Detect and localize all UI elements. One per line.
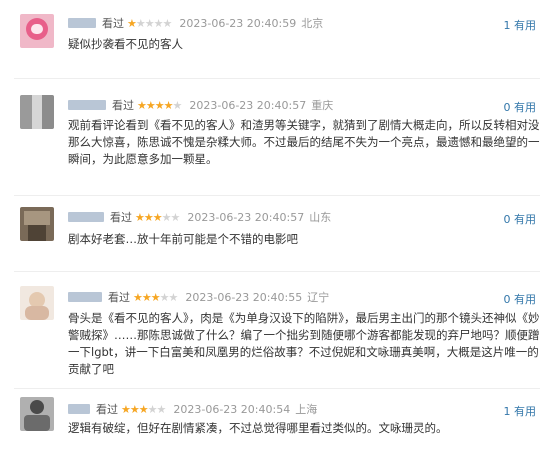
watched-label: 看过 bbox=[108, 291, 130, 304]
star-icon: ★ bbox=[127, 16, 137, 30]
divider bbox=[14, 271, 540, 272]
rating-stars: ★ ★ ★ ★ ★ bbox=[127, 16, 173, 30]
username[interactable] bbox=[68, 100, 106, 110]
rating-stars: ★ ★ ★ ★ ★ bbox=[137, 98, 183, 112]
star-icon: ★ bbox=[138, 402, 149, 416]
rating-stars: ★ ★ ★ ★ ★ bbox=[133, 290, 179, 304]
star-icon: ★ bbox=[163, 98, 174, 112]
review-datetime: 2023-06-23 20:40:54 bbox=[173, 402, 291, 416]
avatar[interactable] bbox=[20, 14, 54, 48]
useful-vote-link[interactable]: 0 有用 bbox=[504, 99, 537, 115]
watched-label: 看过 bbox=[102, 17, 124, 30]
star-icon: ★ bbox=[144, 16, 155, 30]
star-icon: ★ bbox=[161, 210, 172, 224]
review-datetime: 2023-06-23 20:40:57 bbox=[189, 98, 307, 112]
useful-vote-link[interactable]: 0 有用 bbox=[504, 211, 537, 227]
review-content: 疑似抄袭看不见的客人 bbox=[68, 37, 183, 51]
review-location: 北京 bbox=[301, 17, 324, 30]
username[interactable] bbox=[68, 404, 90, 414]
star-icon: ★ bbox=[145, 98, 156, 112]
star-icon: ★ bbox=[156, 402, 167, 416]
username[interactable] bbox=[68, 18, 96, 28]
review-datetime: 2023-06-23 20:40:59 bbox=[179, 16, 297, 30]
review-content: 剧本好老套…放十年前可能是个不错的电影吧 bbox=[68, 232, 298, 246]
review-meta: 看过 ★ ★ ★ ★ ★ 2023-06-23 20:40:55 辽宁 bbox=[68, 289, 329, 305]
star-icon: ★ bbox=[121, 402, 131, 416]
review-meta: 看过 ★ ★ ★ ★ ★ 2023-06-23 20:40:59 北京 bbox=[68, 15, 323, 31]
watched-label: 看过 bbox=[110, 211, 132, 224]
review-content: 逻辑有破绽，但好在剧情紧凑，不过总觉得哪里看过类似的。文咏珊灵的。 bbox=[68, 421, 448, 435]
username[interactable] bbox=[68, 292, 102, 302]
star-icon: ★ bbox=[154, 98, 165, 112]
rating-stars: ★ ★ ★ ★ ★ bbox=[135, 210, 181, 224]
useful-vote-link[interactable]: 0 有用 bbox=[504, 291, 537, 307]
star-icon: ★ bbox=[152, 210, 163, 224]
review-datetime: 2023-06-23 20:40:57 bbox=[187, 210, 305, 224]
review-location: 上海 bbox=[295, 403, 318, 416]
useful-vote-link[interactable]: 1 有用 bbox=[504, 17, 537, 33]
review-content: 骨头是《看不见的客人》，肉是《为单身汉设下的陷阱》，最后男主出门的那个镜头还神似… bbox=[68, 311, 540, 376]
divider bbox=[14, 195, 540, 196]
watched-label: 看过 bbox=[112, 99, 134, 112]
review-datetime: 2023-06-23 20:40:55 bbox=[185, 290, 303, 304]
star-icon: ★ bbox=[143, 210, 154, 224]
review-location: 重庆 bbox=[311, 99, 334, 112]
watched-label: 看过 bbox=[96, 403, 118, 416]
review-location: 山东 bbox=[309, 211, 332, 224]
star-icon: ★ bbox=[168, 290, 179, 304]
star-icon: ★ bbox=[129, 402, 140, 416]
star-icon: ★ bbox=[159, 290, 170, 304]
review-meta: 看过 ★ ★ ★ ★ ★ 2023-06-23 20:40:57 山东 bbox=[68, 209, 331, 225]
star-icon: ★ bbox=[147, 402, 158, 416]
divider bbox=[14, 78, 540, 79]
avatar[interactable] bbox=[20, 397, 54, 431]
star-icon: ★ bbox=[172, 98, 183, 112]
star-icon: ★ bbox=[170, 210, 181, 224]
username[interactable] bbox=[68, 212, 104, 222]
review-meta: 看过 ★ ★ ★ ★ ★ 2023-06-23 20:40:57 重庆 bbox=[68, 97, 333, 113]
avatar[interactable] bbox=[20, 207, 54, 241]
star-icon: ★ bbox=[150, 290, 161, 304]
review-content: 观前看评论看到《看不见的客人》和渣男等关键字，就猜到了剧情大概走向，所以反转相对… bbox=[68, 118, 540, 166]
review-location: 辽宁 bbox=[307, 291, 330, 304]
star-icon: ★ bbox=[162, 16, 173, 30]
avatar[interactable] bbox=[20, 95, 54, 129]
star-icon: ★ bbox=[135, 210, 145, 224]
star-icon: ★ bbox=[137, 98, 147, 112]
star-icon: ★ bbox=[141, 290, 152, 304]
useful-vote-link[interactable]: 1 有用 bbox=[504, 403, 537, 419]
star-icon: ★ bbox=[153, 16, 164, 30]
star-icon: ★ bbox=[133, 290, 143, 304]
star-icon: ★ bbox=[135, 16, 146, 30]
review-meta: 看过 ★ ★ ★ ★ ★ 2023-06-23 20:40:54 上海 bbox=[68, 401, 317, 417]
rating-stars: ★ ★ ★ ★ ★ bbox=[121, 402, 167, 416]
avatar[interactable] bbox=[20, 286, 54, 320]
divider bbox=[14, 388, 540, 389]
